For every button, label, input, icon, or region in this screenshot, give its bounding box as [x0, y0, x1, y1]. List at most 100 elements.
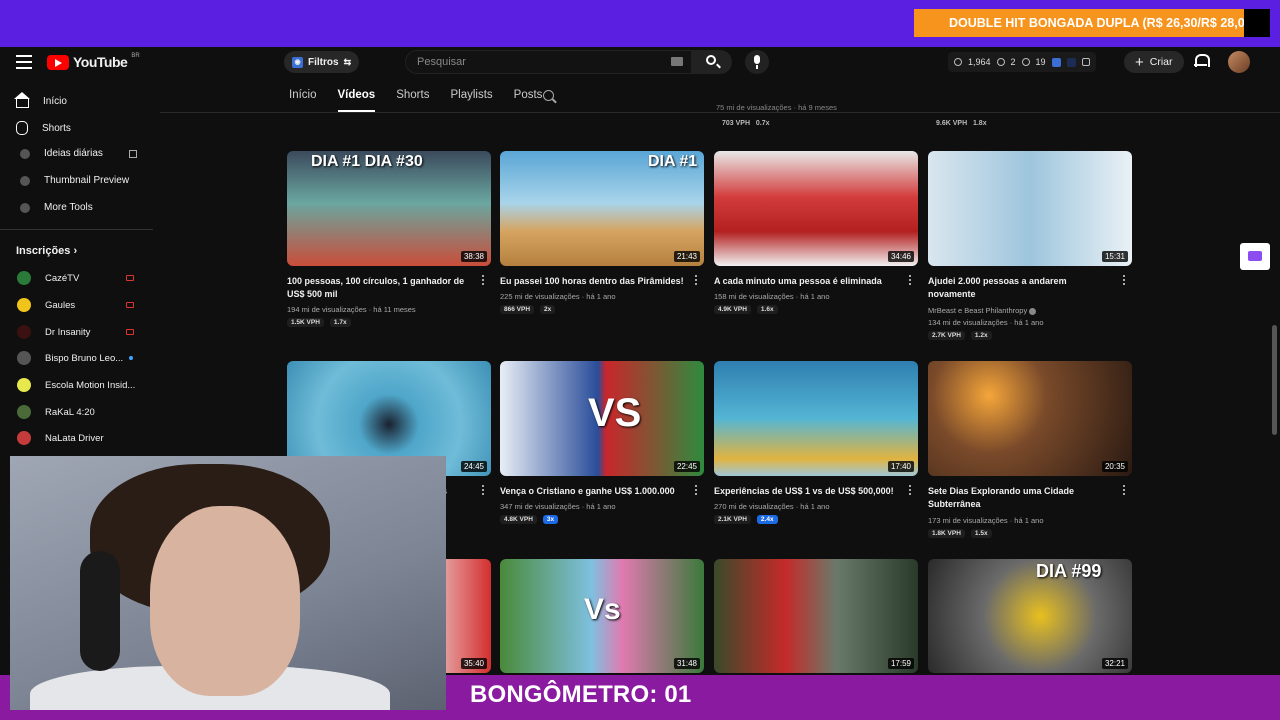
- channel-avatar: [17, 351, 31, 365]
- keyboard-icon[interactable]: [671, 57, 683, 66]
- subscription-item[interactable]: RaKaL 4:20: [17, 405, 95, 419]
- youtube-logo[interactable]: YouTube BR: [47, 53, 140, 70]
- subscription-item[interactable]: Escola Motion Insid...: [17, 378, 135, 392]
- video-title[interactable]: Sete Dias Explorando uma Cidade Subterrâ…: [928, 485, 1113, 511]
- search-input[interactable]: Pesquisar: [405, 50, 692, 74]
- subscription-item[interactable]: Bispo Bruno Leo...: [17, 351, 123, 365]
- video-card[interactable]: DIA #1 21:43 Eu passei 100 horas dentro …: [500, 151, 704, 314]
- tab-inicio[interactable]: Início: [289, 89, 317, 101]
- video-title[interactable]: Vença o Cristiano e ganhe US$ 1.000.000: [500, 485, 685, 498]
- subscription-item[interactable]: Dr Insanity: [17, 325, 90, 339]
- video-card[interactable]: 17:40 Experiências de US$ 1 vs de US$ 50…: [714, 361, 918, 524]
- partial-row-chip: 9.6K VPH 1.8x: [936, 120, 987, 127]
- voice-search-button[interactable]: [745, 50, 769, 74]
- video-thumbnail[interactable]: 20:35: [928, 361, 1132, 476]
- sidebar: Início Shorts Ideias diárias Thumbnail P…: [0, 77, 155, 457]
- video-title[interactable]: Experiências de US$ 1 vs de US$ 500,000!: [714, 485, 899, 498]
- page-scrollbar[interactable]: [1272, 325, 1277, 435]
- eye-icon: [996, 58, 1005, 66]
- floating-extension-widget[interactable]: [1240, 243, 1270, 270]
- avatar[interactable]: [1228, 51, 1250, 73]
- video-duration: 17:59: [887, 658, 914, 669]
- video-thumbnail[interactable]: VS 22:45: [500, 361, 704, 476]
- video-stats-chips: 2.7K VPH 1.2x: [928, 331, 992, 340]
- tab-playlists[interactable]: Playlists: [450, 89, 492, 101]
- video-thumbnail[interactable]: Vs 31:48: [500, 559, 704, 673]
- bongometro-counter: BONGÔMETRO: 01: [470, 681, 692, 708]
- channel-name: Dr Insanity: [45, 326, 91, 338]
- video-meta: 225 mi de visualizações · há 1 ano: [500, 292, 616, 301]
- vph-chip: 1.5K VPH: [287, 318, 324, 327]
- video-card[interactable]: 20:35 Sete Dias Explorando uma Cidade Su…: [928, 361, 1132, 538]
- video-thumbnail[interactable]: DIA #1 DIA #30 38:38: [287, 151, 491, 266]
- video-title[interactable]: Ajudei 2.000 pessoas a andarem novamente: [928, 275, 1113, 301]
- ratio-chip: 1.7x: [329, 318, 351, 327]
- live-icon: [126, 302, 134, 308]
- more-options-icon[interactable]: [909, 275, 912, 286]
- sidebar-item-thumbnail-preview[interactable]: Thumbnail Preview: [20, 175, 129, 186]
- video-stats-chips: 1.8K VPH 1.5x: [928, 529, 992, 538]
- notifications-bell-icon[interactable]: [1194, 54, 1210, 68]
- extension-stats[interactable]: 1,964 2 19: [948, 52, 1096, 72]
- video-card[interactable]: DIA #1 DIA #30 38:38 100 pessoas, 100 cí…: [287, 151, 491, 327]
- video-thumbnail[interactable]: 15:31: [928, 151, 1132, 266]
- video-meta: 194 mi de visualizações · há 11 meses: [287, 305, 416, 314]
- more-options-icon[interactable]: [695, 275, 698, 286]
- tab-shorts[interactable]: Shorts: [396, 89, 429, 101]
- tab-videos[interactable]: Vídeos: [337, 89, 375, 112]
- video-card[interactable]: DIA #99 32:21: [928, 559, 1132, 673]
- video-card[interactable]: 15:31 Ajudei 2.000 pessoas a andarem nov…: [928, 151, 1132, 340]
- youtube-play-icon: [47, 54, 69, 70]
- sidebar-item-inicio[interactable]: Início: [14, 92, 67, 108]
- subscription-item[interactable]: Gaules: [17, 298, 75, 312]
- search-button[interactable]: [692, 50, 732, 74]
- tab-posts[interactable]: Posts: [514, 89, 543, 101]
- channel-avatar: [17, 431, 31, 445]
- external-link-icon: [128, 149, 137, 158]
- video-title[interactable]: Eu passei 100 horas dentro das Pirâmides…: [500, 275, 685, 288]
- video-card[interactable]: Vs 31:48: [500, 559, 704, 673]
- extension-icon[interactable]: [1066, 57, 1076, 67]
- trophy-icon[interactable]: [1081, 58, 1090, 66]
- video-card[interactable]: 34:46 A cada minuto uma pessoa é elimina…: [714, 151, 918, 314]
- video-thumbnail[interactable]: DIA #1 21:43: [500, 151, 704, 266]
- create-button[interactable]: + Criar: [1124, 51, 1184, 73]
- video-thumbnail[interactable]: DIA #99 32:21: [928, 559, 1132, 673]
- channel-name[interactable]: MrBeast e Beast Philanthropy: [928, 306, 1027, 315]
- video-title[interactable]: A cada minuto uma pessoa é eliminada: [714, 275, 899, 288]
- extension-icon[interactable]: [1051, 57, 1061, 67]
- extension-icon: [20, 175, 30, 186]
- more-options-icon[interactable]: [909, 485, 912, 496]
- vph-chip: 866 VPH: [500, 305, 535, 314]
- more-options-icon[interactable]: [1123, 485, 1126, 496]
- sidebar-item-label: More Tools: [44, 202, 93, 213]
- partial-row-meta: 75 mi de visualizações · há 9 meses: [716, 103, 837, 112]
- filters-button[interactable]: ◉ Filtros ⇆: [284, 51, 360, 73]
- video-stats-chips: 1.5K VPH 1.7x: [287, 318, 351, 327]
- more-options-icon[interactable]: [1123, 275, 1126, 286]
- video-title[interactable]: 100 pessoas, 100 círculos, 1 ganhador de…: [287, 275, 472, 301]
- more-options-icon[interactable]: [482, 275, 485, 286]
- stat-value: 1,964: [968, 57, 991, 67]
- sidebar-item-ideias[interactable]: Ideias diárias: [20, 148, 137, 159]
- stat-value: 19: [1035, 57, 1046, 67]
- channel-avatar: [17, 298, 31, 312]
- subscription-item[interactable]: CazéTV: [17, 271, 79, 285]
- eye-icon: [1021, 58, 1030, 66]
- video-thumbnail[interactable]: 17:40: [714, 361, 918, 476]
- more-options-icon[interactable]: [695, 485, 698, 496]
- filter-extension-icon: ◉: [292, 56, 303, 68]
- video-card[interactable]: VS 22:45 Vença o Cristiano e ganhe US$ 1…: [500, 361, 704, 524]
- video-thumbnail[interactable]: 17:59: [714, 559, 918, 673]
- video-thumbnail[interactable]: 34:46: [714, 151, 918, 266]
- subscriptions-header[interactable]: Inscrições ›: [16, 245, 77, 257]
- more-options-icon[interactable]: [482, 485, 485, 496]
- sidebar-item-shorts[interactable]: Shorts: [16, 121, 71, 135]
- sidebar-item-more-tools[interactable]: More Tools: [20, 202, 93, 213]
- channel-search-icon[interactable]: [543, 90, 554, 101]
- channel-avatar: [17, 325, 31, 339]
- subscription-item[interactable]: NaLata Driver: [17, 431, 104, 445]
- plus-icon: +: [1135, 53, 1144, 71]
- hamburger-menu-icon[interactable]: [16, 55, 32, 69]
- video-card[interactable]: 17:59: [714, 559, 918, 673]
